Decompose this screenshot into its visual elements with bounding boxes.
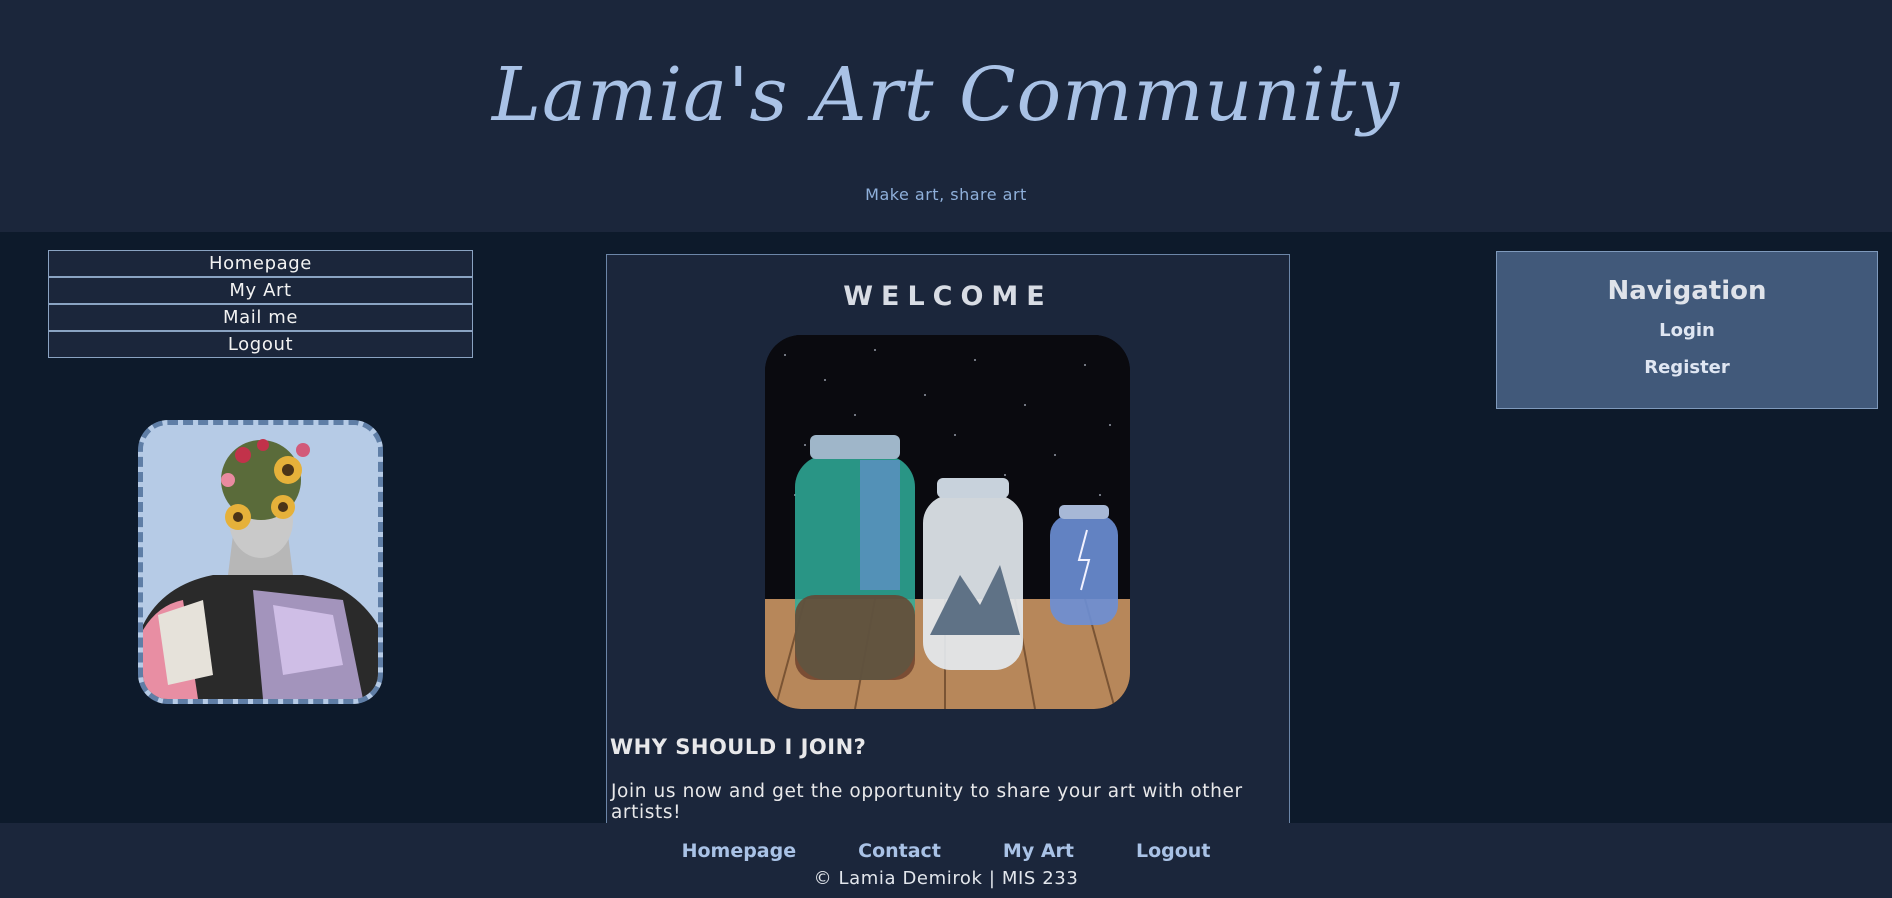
- main-content: WELCOME WHY SHOULD I JOIN? Join us now a…: [606, 254, 1290, 834]
- footer-link-my-art[interactable]: My Art: [1003, 840, 1074, 862]
- footer-links: Homepage Contact My Art Logout: [0, 840, 1892, 862]
- footer-link-homepage[interactable]: Homepage: [682, 840, 797, 862]
- site-footer: Homepage Contact My Art Logout © Lamia D…: [0, 823, 1892, 898]
- side-menu-item-my-art[interactable]: My Art: [48, 277, 473, 304]
- navigation-panel: Navigation Login Register: [1496, 251, 1878, 409]
- jars-artwork-illustration: [765, 335, 1130, 709]
- footer-link-logout[interactable]: Logout: [1136, 840, 1210, 862]
- side-menu: Homepage My Art Mail me Logout: [48, 250, 473, 358]
- register-link[interactable]: Register: [1497, 357, 1877, 378]
- site-tagline: Make art, share art: [865, 185, 1027, 204]
- welcome-heading: WELCOME: [843, 281, 1053, 312]
- side-menu-item-homepage[interactable]: Homepage: [48, 250, 473, 277]
- site-header: Lamia's Art Community Make art, share ar…: [0, 0, 1892, 232]
- portrait-artwork-illustration: [143, 425, 378, 699]
- copyright-text: © Lamia Demirok | MIS 233: [813, 868, 1079, 889]
- site-title: Lamia's Art Community: [491, 52, 1401, 138]
- side-menu-item-mail-me[interactable]: Mail me: [48, 304, 473, 331]
- footer-link-contact[interactable]: Contact: [858, 840, 941, 862]
- navigation-title: Navigation: [1607, 276, 1767, 306]
- hero-artwork-image: [765, 335, 1130, 709]
- why-join-heading: WHY SHOULD I JOIN?: [610, 735, 867, 759]
- side-menu-item-logout[interactable]: Logout: [48, 331, 473, 358]
- portrait-artwork-image: [138, 420, 383, 704]
- login-link[interactable]: Login: [1497, 320, 1877, 341]
- join-text: Join us now and get the opportunity to s…: [611, 781, 1243, 823]
